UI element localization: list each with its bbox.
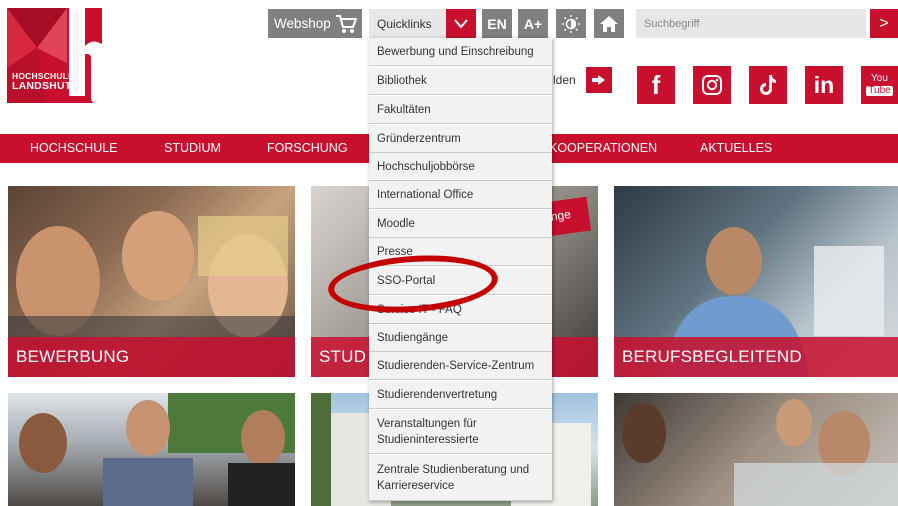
quicklink-item[interactable]: Presse bbox=[369, 238, 552, 266]
quicklinks-arrow-button[interactable] bbox=[446, 9, 476, 38]
tile-studium-badge-text: nge bbox=[549, 207, 572, 224]
youtube-link[interactable]: You Tube bbox=[861, 66, 898, 104]
instagram-icon bbox=[702, 75, 722, 95]
tile-students[interactable] bbox=[8, 393, 295, 506]
language-button[interactable]: EN bbox=[482, 9, 512, 38]
search-submit-label: > bbox=[879, 14, 889, 32]
webshop-button[interactable]: Webshop bbox=[268, 9, 362, 38]
cart-icon bbox=[336, 15, 357, 33]
linkedin-icon: in bbox=[813, 71, 835, 98]
tile-berufsbegleitend[interactable]: BERUFSBEGLEITEND bbox=[614, 186, 898, 377]
chevron-down-icon bbox=[454, 18, 468, 29]
quicklinks-toggle[interactable]: Quicklinks bbox=[369, 9, 447, 38]
quicklink-item[interactable]: Zentrale Studienberatung und Karriereser… bbox=[369, 455, 552, 501]
quicklink-item-sso-portal[interactable]: SSO-Portal bbox=[369, 267, 552, 295]
quicklink-item[interactable]: Bibliothek bbox=[369, 67, 552, 95]
tile-group[interactable] bbox=[614, 393, 898, 506]
quicklink-item[interactable]: Moodle bbox=[369, 210, 552, 238]
search-input[interactable] bbox=[636, 9, 866, 38]
search-submit-button[interactable]: > bbox=[870, 9, 898, 38]
home-icon bbox=[600, 15, 618, 32]
language-label: EN bbox=[487, 15, 507, 32]
home-button[interactable] bbox=[594, 9, 624, 38]
quicklinks-label: Quicklinks bbox=[377, 16, 432, 31]
webshop-label: Webshop bbox=[274, 16, 331, 31]
nav-item-aktuelles[interactable]: AKTUELLES bbox=[700, 134, 772, 163]
nav-item-studium[interactable]: STUDIUM bbox=[164, 134, 221, 163]
youtube-text-bottom: Tube bbox=[866, 85, 893, 96]
tiktok-icon bbox=[760, 75, 776, 95]
tiktok-link[interactable] bbox=[749, 66, 787, 104]
quicklink-item[interactable]: Service IT - FAQ bbox=[369, 296, 552, 324]
contrast-button[interactable] bbox=[556, 9, 586, 38]
quicklink-item[interactable]: Studierenden-Service-Zentrum bbox=[369, 352, 552, 380]
tile-bewerbung-label: BEWERBUNG bbox=[8, 337, 295, 377]
font-size-label: A+ bbox=[523, 15, 543, 32]
quicklink-item[interactable]: Bewerbung und Einschreibung bbox=[369, 38, 552, 66]
page: { "logo": {"line1": "HOCHSCHULE", "line2… bbox=[0, 0, 898, 506]
tile-students-photo bbox=[19, 393, 295, 506]
login-link[interactable]: lden bbox=[553, 73, 576, 87]
youtube-icon: You Tube bbox=[866, 73, 893, 96]
nav-item-hochschule[interactable]: HOCHSCHULE bbox=[30, 134, 118, 163]
tile-bewerbung[interactable]: BEWERBUNG bbox=[8, 186, 295, 377]
quicklink-item[interactable]: Gründerzentrum bbox=[369, 125, 552, 153]
nav-item-kooperationen[interactable]: KOOPERATIONEN bbox=[549, 134, 657, 163]
quicklink-item[interactable]: Hochschuljobbörse bbox=[369, 153, 552, 181]
nav-item-forschung[interactable]: FORSCHUNG bbox=[267, 134, 348, 163]
contrast-icon bbox=[562, 14, 580, 33]
tile-berufsbegleitend-label: BERUFSBEGLEITEND bbox=[614, 337, 898, 377]
quicklinks-dropdown: Bewerbung und Einschreibung Bibliothek F… bbox=[369, 38, 552, 501]
facebook-icon: f bbox=[651, 69, 661, 100]
instagram-link[interactable] bbox=[693, 66, 731, 104]
tile-group-photo bbox=[622, 399, 898, 506]
quicklink-item[interactable]: International Office bbox=[369, 181, 552, 209]
logo-line2: LANDSHUT bbox=[12, 80, 72, 92]
login-icon bbox=[592, 75, 605, 85]
login-button[interactable] bbox=[586, 67, 612, 93]
quicklink-item[interactable]: Fakultäten bbox=[369, 96, 552, 124]
quicklink-item[interactable]: Veranstaltungen für Studieninteressierte bbox=[369, 410, 552, 454]
linkedin-link[interactable]: in bbox=[805, 66, 843, 104]
font-size-button[interactable]: A+ bbox=[518, 9, 548, 38]
quicklink-item[interactable]: Studiengänge bbox=[369, 324, 552, 352]
quicklink-item[interactable]: Studierendenvertretung bbox=[369, 381, 552, 409]
hochschule-logo[interactable]: HOCHSCHULE LANDSHUT bbox=[7, 8, 102, 103]
logo-text: HOCHSCHULE LANDSHUT bbox=[12, 72, 74, 92]
facebook-link[interactable]: f bbox=[637, 66, 675, 104]
youtube-text-top: You bbox=[871, 73, 888, 84]
